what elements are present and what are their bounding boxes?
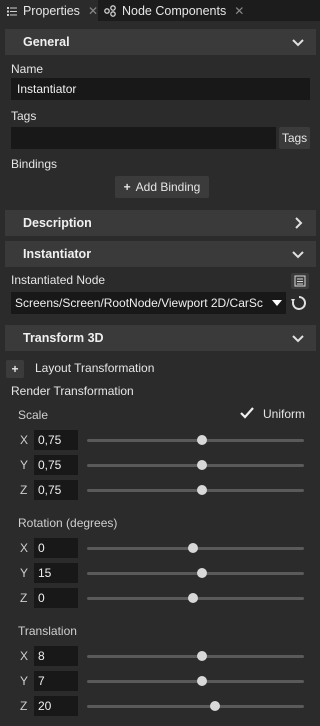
reset-icon[interactable] xyxy=(290,294,308,312)
translation-axis-label: Y xyxy=(20,674,29,688)
close-icon[interactable]: ✕ xyxy=(88,4,98,18)
tags-label: Tags xyxy=(11,109,37,123)
add-binding-button[interactable]: + Add Binding xyxy=(115,176,209,198)
translation-label: Translation xyxy=(18,624,77,638)
scale-label: Scale xyxy=(18,408,49,422)
slider-thumb[interactable] xyxy=(188,543,199,553)
dropdown-arrow-icon[interactable] xyxy=(271,299,283,307)
section-description[interactable]: Description xyxy=(5,210,316,236)
translation-z-input[interactable]: 20 xyxy=(34,696,78,716)
scale-y-slider[interactable] xyxy=(87,460,304,470)
rotation-z-slider[interactable] xyxy=(87,593,304,603)
translation-z-slider[interactable] xyxy=(87,701,304,711)
section-transform-title: Transform 3D xyxy=(23,331,104,345)
node-picker-button[interactable] xyxy=(291,273,309,289)
tags-button[interactable]: Tags xyxy=(279,127,310,149)
translation-x-input[interactable]: 8 xyxy=(34,646,78,666)
slider-thumb[interactable] xyxy=(197,460,207,470)
render-transformation-label: Render Transformation xyxy=(11,384,134,398)
uniform-label: Uniform xyxy=(263,407,306,421)
rotation-y-slider[interactable] xyxy=(87,568,304,578)
instantiated-node-label: Instantiated Node xyxy=(11,273,106,287)
slider-thumb[interactable] xyxy=(197,676,207,686)
list-icon xyxy=(6,6,17,16)
layout-transformation-label: Layout Transformation xyxy=(35,361,155,375)
slider-thumb[interactable] xyxy=(188,593,199,603)
tab-properties-label: Properties xyxy=(22,3,80,18)
chevron-down-icon xyxy=(292,39,304,47)
slider-thumb[interactable] xyxy=(197,651,207,661)
rotation-label: Rotation (degrees) xyxy=(18,516,118,530)
slider-thumb[interactable] xyxy=(197,568,207,578)
slider-thumb[interactable] xyxy=(197,435,207,445)
scale-x-input[interactable]: 0,75 xyxy=(34,430,78,450)
scale-z-input[interactable]: 0,75 xyxy=(34,480,78,500)
chevron-right-icon xyxy=(295,217,303,229)
rotation-x-input[interactable]: 0 xyxy=(34,538,78,558)
checkmark-icon xyxy=(240,407,254,419)
section-instantiator[interactable]: Instantiator xyxy=(5,241,316,267)
section-transform-3d[interactable]: Transform 3D xyxy=(5,325,316,351)
name-label: Name xyxy=(11,62,44,76)
bindings-label: Bindings xyxy=(11,157,58,171)
section-description-title: Description xyxy=(23,216,92,230)
close-icon[interactable]: ✕ xyxy=(234,4,244,18)
slider-thumb[interactable] xyxy=(197,485,207,495)
slider-thumb[interactable] xyxy=(210,701,221,711)
rotation-y-input[interactable]: 15 xyxy=(34,563,78,583)
tab-properties[interactable]: Properties ✕ xyxy=(0,0,98,21)
instantiated-node-value: Screens/Screen/RootNode/Viewport 2D/CarS… xyxy=(15,296,263,310)
scale-axis-label: Y xyxy=(20,458,29,472)
rotation-axis-label: X xyxy=(20,541,29,555)
scale-y-input[interactable]: 0,75 xyxy=(34,455,78,475)
tab-node-components[interactable]: Node Components ✕ xyxy=(102,0,252,21)
translation-axis-label: X xyxy=(20,649,29,663)
section-general-title: General xyxy=(23,35,70,49)
section-general[interactable]: General xyxy=(5,29,316,55)
rotation-z-input[interactable]: 0 xyxy=(34,588,78,608)
tab-node-components-label: Node Components xyxy=(122,3,227,18)
uniform-checkbox[interactable] xyxy=(239,405,255,421)
scale-z-slider[interactable] xyxy=(87,485,304,495)
components-icon xyxy=(104,4,116,17)
section-instantiator-title: Instantiator xyxy=(23,247,92,261)
rotation-axis-label: Y xyxy=(20,566,29,580)
translation-y-slider[interactable] xyxy=(87,676,304,686)
translation-y-input[interactable]: 7 xyxy=(34,671,78,691)
plus-icon: + xyxy=(11,362,19,376)
plus-icon: + xyxy=(123,180,131,194)
instantiated-node-field[interactable]: Screens/Screen/RootNode/Viewport 2D/CarS… xyxy=(11,292,286,314)
translation-x-slider[interactable] xyxy=(87,651,304,661)
translation-axis-label: Z xyxy=(20,699,28,713)
tags-field[interactable] xyxy=(11,127,276,149)
add-binding-label: Add Binding xyxy=(135,180,201,194)
expand-layout-button[interactable]: + xyxy=(6,360,24,378)
list-icon xyxy=(294,275,306,287)
chevron-down-icon xyxy=(292,335,304,343)
scale-axis-label: X xyxy=(20,433,29,447)
name-field[interactable]: Instantiator xyxy=(11,78,310,100)
scale-x-slider[interactable] xyxy=(87,435,304,445)
scale-axis-label: Z xyxy=(20,483,28,497)
rotation-axis-label: Z xyxy=(20,591,28,605)
rotation-x-slider[interactable] xyxy=(87,543,304,553)
chevron-down-icon xyxy=(292,251,304,259)
